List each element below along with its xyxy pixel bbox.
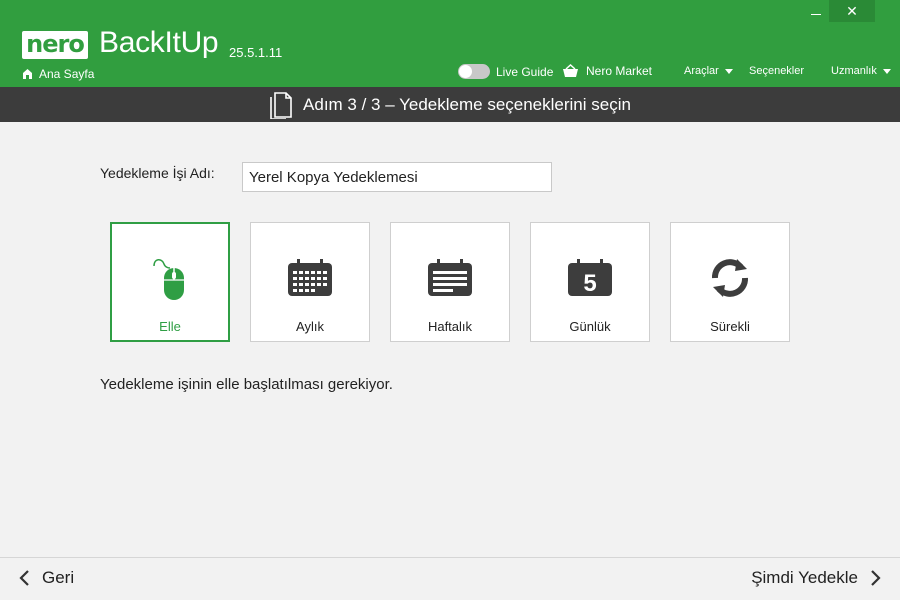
home-link[interactable]: Ana Sayfa [22, 66, 94, 82]
live-guide-label: Live Guide [496, 64, 554, 79]
step-title: Adım 3 / 3 – Yedekleme seçeneklerini seç… [303, 94, 631, 114]
menu-araclar-label: Araçlar [684, 65, 719, 77]
backup-now-button[interactable]: Şimdi Yedekle [751, 568, 882, 588]
job-name-input[interactable] [242, 162, 552, 192]
minimize-button[interactable] [804, 2, 828, 22]
menu-secenekler-label: Seçenekler [749, 65, 805, 77]
toggle-knob [459, 65, 472, 78]
calendar-month-icon [288, 259, 332, 296]
option-aylik-label: Aylık [296, 319, 324, 334]
calendar-day-icon: 5 [568, 259, 612, 297]
option-elle[interactable]: Elle [110, 222, 230, 342]
app-version: 25.5.1.11 [229, 45, 283, 60]
refresh-icon [712, 259, 748, 297]
option-haftalik[interactable]: Haftalık [390, 222, 510, 342]
menu-araclar[interactable]: Araçlar [684, 65, 733, 77]
option-surekli-label: Sürekli [710, 319, 750, 334]
nero-logo: nero [22, 31, 88, 59]
option-description: Yedekleme işinin elle başlatılması gerek… [100, 376, 393, 393]
job-name-label: Yedekleme İşi Adı: [100, 165, 215, 181]
chevron-down-icon [724, 68, 733, 74]
menu-uzmanlik[interactable]: Uzmanlık [831, 65, 891, 77]
mouse-icon [153, 259, 184, 300]
calendar-day-number: 5 [583, 270, 596, 297]
title-bar: nero BackItUp 25.5.1.11 Ana Sayfa ✕ Live… [0, 0, 900, 87]
home-link-label: Ana Sayfa [39, 67, 95, 81]
step-bar: Adım 3 / 3 – Yedekleme seçeneklerini seç… [0, 87, 900, 122]
chevron-right-icon [871, 570, 881, 586]
option-haftalik-label: Haftalık [427, 319, 473, 334]
nero-logo-text: nero [26, 30, 85, 58]
nero-market-label: Nero Market [586, 64, 653, 78]
footer-bar: Geri Şimdi Yedekle [0, 557, 900, 600]
option-gunluk-label: Günlük [569, 319, 611, 334]
basket-icon [563, 64, 578, 77]
toggle-switch[interactable] [458, 64, 490, 79]
calendar-week-icon [428, 259, 472, 296]
nero-market-link[interactable]: Nero Market [562, 64, 652, 78]
live-guide-toggle[interactable]: Live Guide [458, 64, 553, 79]
menu-secenekler[interactable]: Seçenekler [749, 65, 804, 77]
option-gunluk[interactable]: 5 Günlük [530, 222, 650, 342]
menu-uzmanlik-label: Uzmanlık [831, 65, 877, 77]
chevron-left-icon [19, 570, 29, 586]
document-icon [270, 91, 292, 119]
option-aylik[interactable]: Aylık [250, 222, 370, 342]
chevron-down-icon [882, 68, 891, 74]
close-button[interactable]: ✕ [829, 0, 875, 22]
option-surekli[interactable]: Sürekli [670, 222, 790, 342]
app-name: BackItUp [99, 26, 219, 59]
option-elle-label: Elle [159, 319, 181, 334]
back-button[interactable]: Geri [18, 568, 74, 588]
back-button-label: Geri [42, 568, 75, 587]
home-icon [23, 69, 32, 79]
backup-now-button-label: Şimdi Yedekle [751, 568, 858, 587]
